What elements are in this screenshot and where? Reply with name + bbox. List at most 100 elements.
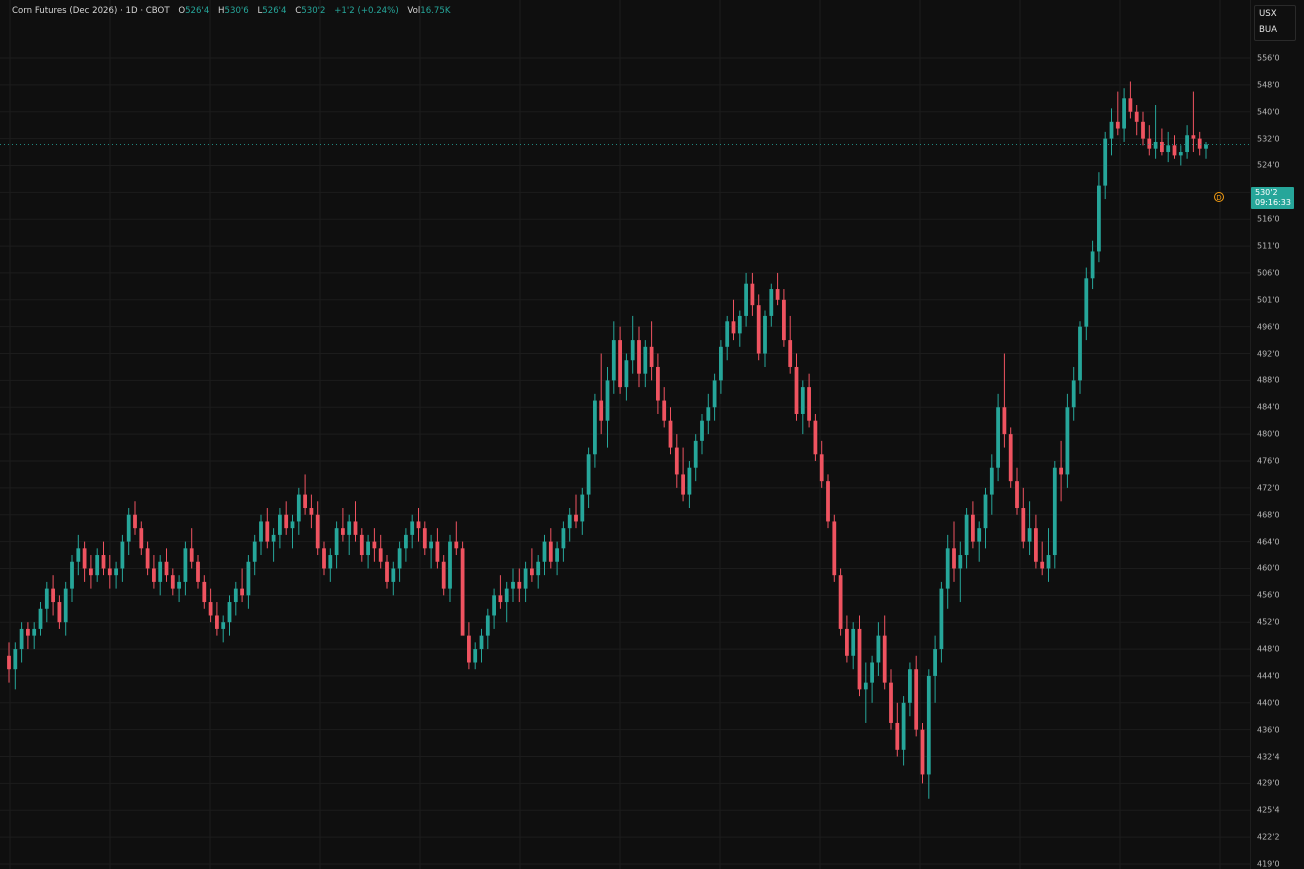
candle [202,575,207,609]
candle [763,310,767,367]
candle [542,534,547,576]
candle [221,615,226,643]
candle-body [485,615,490,636]
candle [467,622,471,670]
candle-body [870,662,874,683]
candle-body [674,447,679,475]
candle [750,272,755,316]
y-tick-label: 456'0 [1257,590,1280,600]
candle-body [145,548,150,569]
candle-body [454,541,459,549]
candlestick-chart[interactable] [0,0,1250,869]
candle-body [1071,380,1076,408]
candle [164,548,169,582]
y-tick-label: 460'0 [1257,563,1280,573]
candle [1002,353,1007,448]
currency-button[interactable]: USX [1255,6,1295,22]
candle [586,447,591,509]
candle-body [170,575,175,589]
candle-body [1021,508,1026,542]
candle [637,326,641,388]
candle-body [57,602,62,623]
candle-body [1065,407,1070,475]
candle [523,561,528,603]
candle-body [385,561,389,582]
y-tick-label: 516'0 [1257,214,1280,224]
candle [1103,131,1108,200]
candle [1197,131,1202,156]
candle-body [517,581,522,589]
candle-body [876,635,881,663]
candle-body [404,534,408,549]
candle [57,595,62,629]
y-tick-label: 484'0 [1257,402,1280,412]
price-axis[interactable]: 556'0548'0540'0532'0524'0520'0516'0511'0… [1250,0,1304,869]
candle-body [1134,111,1139,122]
candle [13,642,18,690]
candle-body [435,541,440,562]
candle-body [656,366,660,401]
candle-body [756,305,761,354]
candle-body [233,588,238,603]
candle [649,321,654,381]
candle [656,353,660,414]
candle [485,608,490,650]
candle [435,528,440,569]
candle-body [567,514,572,529]
candle-body [983,494,988,529]
candle [1071,366,1076,421]
candle-body [26,628,30,636]
candle-body [70,561,74,589]
candle-body [700,420,704,441]
candle [889,669,893,730]
candle-body [731,321,736,334]
candle-body [429,541,433,549]
candle-body [208,602,213,616]
candle-body [1015,481,1019,509]
y-tick-label: 444'0 [1257,671,1280,681]
candle-body [530,568,534,576]
y-tick-label: 496'0 [1257,322,1280,332]
candle [498,575,503,609]
dividend-badge[interactable]: D [1214,192,1224,202]
candle-body [1185,135,1189,153]
chart-plot-area[interactable]: Corn Futures (Dec 2026) · 1D · CBOT O526… [0,0,1250,869]
candle [863,662,868,723]
candle-body [769,289,774,316]
candle-body [630,340,635,361]
candle [939,581,944,663]
y-tick-label: 468'0 [1257,510,1280,520]
candle-body [800,387,805,414]
candle [170,568,175,596]
candle-body [101,555,106,569]
unit-button[interactable]: BUA [1255,22,1295,38]
candle [630,315,635,374]
candle [1015,467,1019,515]
candle [769,283,774,327]
candle [328,548,333,582]
candle [259,514,263,556]
y-tick-label: 540'0 [1257,107,1280,117]
change-value: +1'2 (+0.24%) [334,6,399,16]
candle-body [303,494,307,509]
candle-body [479,635,484,650]
candle [448,534,452,603]
candle [101,541,106,576]
candle-body [933,649,937,676]
candle-body [498,595,503,603]
y-tick-label: 429'0 [1257,778,1280,788]
candle-body [1166,145,1171,153]
candle-body [593,400,597,455]
candle-body [763,315,767,354]
candle-body [649,346,654,367]
bar-countdown: 09:16:33 [1255,198,1291,207]
candle-body [76,548,81,562]
candle [309,494,314,529]
candle [681,447,685,502]
symbol-title[interactable]: Corn Futures (Dec 2026) · 1D · CBOT [12,6,170,16]
candle-body [693,440,698,468]
candle [555,541,559,576]
candle [196,555,200,589]
candle-body [1046,555,1051,569]
candle [605,366,610,448]
